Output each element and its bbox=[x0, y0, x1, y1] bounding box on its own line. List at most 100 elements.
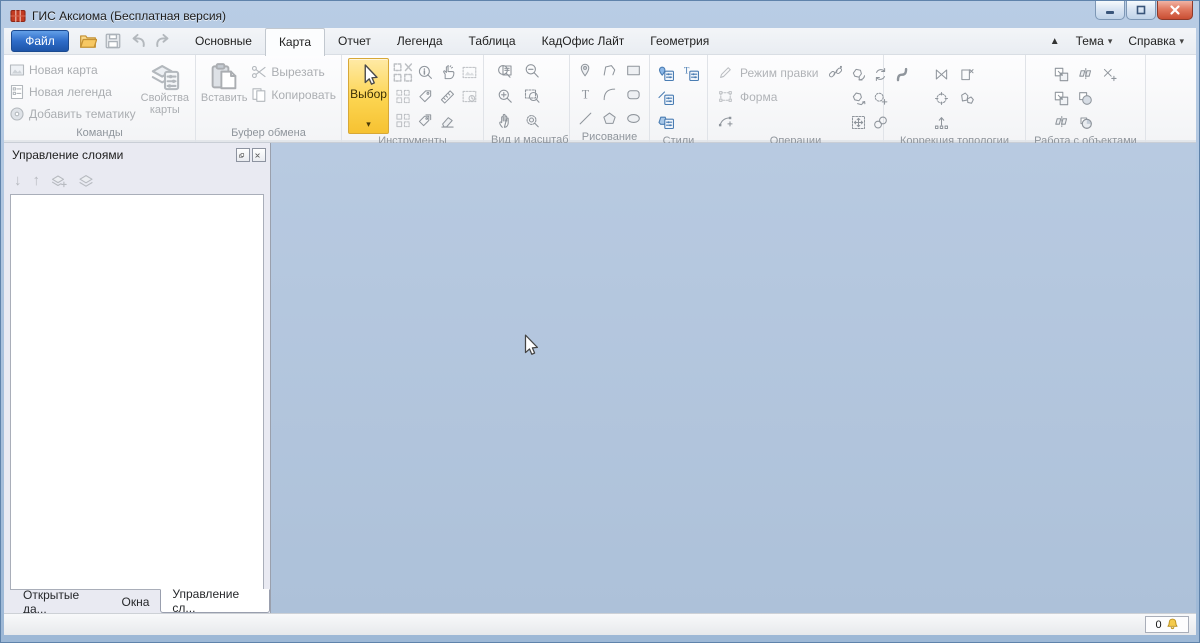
polyline-icon[interactable] bbox=[599, 60, 620, 81]
paste-button[interactable]: Вставить bbox=[199, 58, 249, 126]
select-tool-button[interactable]: Выбор ▾ bbox=[348, 58, 389, 134]
ribbon: Новая карта Новая легенда Добавить темат… bbox=[4, 55, 1196, 143]
ruler-icon[interactable] bbox=[437, 86, 458, 107]
shape-button[interactable] bbox=[715, 86, 736, 107]
rounded-rectangle-icon[interactable] bbox=[623, 84, 644, 105]
tab-layer-control[interactable]: Управление сл... bbox=[160, 589, 270, 613]
help-menu[interactable]: Справка▾ bbox=[1128, 34, 1184, 48]
point-style-icon[interactable] bbox=[655, 64, 676, 85]
rectangle-icon[interactable] bbox=[623, 60, 644, 81]
pointing-hand-icon[interactable] bbox=[437, 62, 458, 83]
dashed-circle-arrows-icon[interactable] bbox=[931, 88, 952, 109]
maximize-button[interactable] bbox=[1126, 1, 1156, 20]
close-button[interactable] bbox=[1157, 1, 1193, 20]
tab-osnovnye[interactable]: Основные bbox=[182, 28, 265, 55]
ellipse-icon[interactable] bbox=[623, 108, 644, 129]
raster-select-icon[interactable] bbox=[459, 62, 480, 83]
save-icon[interactable] bbox=[104, 32, 122, 50]
float-panel-icon[interactable] bbox=[236, 148, 250, 162]
polygon-arrow-icon[interactable] bbox=[848, 88, 869, 109]
tab-open-data[interactable]: Открытые да... bbox=[12, 590, 111, 613]
magnifier-marquee-icon[interactable] bbox=[521, 85, 542, 106]
region-style-icon[interactable] bbox=[655, 112, 676, 133]
raster-clock-icon[interactable] bbox=[459, 86, 480, 107]
polygon-icon[interactable] bbox=[599, 108, 620, 129]
line-icon[interactable] bbox=[575, 108, 596, 129]
move-down-icon[interactable]: ↓ bbox=[14, 172, 22, 189]
close-panel-icon[interactable] bbox=[252, 148, 266, 162]
node-up-icon[interactable] bbox=[931, 112, 952, 133]
magnifier-minus-icon[interactable] bbox=[521, 60, 542, 81]
parallelogram-split-icon[interactable] bbox=[1075, 64, 1096, 85]
map-pin-icon[interactable] bbox=[575, 60, 596, 81]
notification-counter[interactable]: 0 bbox=[1145, 616, 1189, 633]
undo-icon[interactable] bbox=[129, 32, 147, 50]
layers-icon[interactable] bbox=[78, 173, 94, 189]
edit-mode-label: Режим правки bbox=[740, 66, 819, 80]
pie-overlap-icon[interactable] bbox=[1075, 112, 1096, 133]
map-properties-label: Свойства карты bbox=[138, 92, 192, 116]
rect-delete-icon[interactable] bbox=[957, 64, 978, 85]
new-map-button[interactable]: Новая карта bbox=[9, 61, 136, 80]
move-cross-icon[interactable] bbox=[848, 112, 869, 133]
main-area: Управление слоями ↓ ↑ Открытые да... Окн… bbox=[4, 143, 1196, 613]
redo-icon[interactable] bbox=[154, 32, 172, 50]
ribbon-group-drawing: T Рисование bbox=[570, 55, 650, 142]
tab-windows[interactable]: Окна bbox=[111, 590, 161, 613]
text-style-icon[interactable]: T bbox=[680, 64, 701, 85]
shape-label: Форма bbox=[740, 90, 777, 104]
edit-mode-button[interactable] bbox=[715, 62, 736, 83]
minimize-button[interactable] bbox=[1095, 1, 1125, 20]
tab-legenda[interactable]: Легенда bbox=[384, 28, 456, 55]
add-thematic-button[interactable]: Добавить тематику bbox=[9, 105, 136, 124]
text-tool-icon[interactable]: T bbox=[575, 84, 596, 105]
polygon-rotate-icon[interactable] bbox=[848, 64, 869, 85]
magnifier-dotted-icon[interactable] bbox=[521, 110, 542, 131]
x-plus-icon[interactable] bbox=[1099, 64, 1120, 85]
layer-list[interactable] bbox=[10, 194, 264, 590]
app-icon bbox=[10, 8, 26, 24]
tab-otchet[interactable]: Отчет bbox=[325, 28, 384, 55]
magnifier-plus-icon[interactable] bbox=[494, 85, 515, 106]
map-properties-button[interactable]: Свойства карты bbox=[138, 58, 192, 126]
copy-button[interactable]: Копировать bbox=[251, 85, 336, 104]
rects-merge-icon[interactable] bbox=[1051, 64, 1072, 85]
marquee-deselect-icon[interactable] bbox=[393, 62, 414, 83]
collapse-ribbon-icon[interactable]: ▲ bbox=[1050, 36, 1060, 47]
file-menu-button[interactable]: Файл bbox=[11, 30, 69, 52]
menu-right: ▲ Тема▾ Справка▾ bbox=[1050, 34, 1196, 48]
add-thematic-icon bbox=[9, 106, 25, 122]
link-icon[interactable] bbox=[825, 62, 846, 83]
pan-hand-icon[interactable] bbox=[494, 110, 515, 131]
tag-icon[interactable] bbox=[415, 86, 436, 107]
select-tool-dropdown[interactable]: ▾ bbox=[366, 101, 371, 133]
tab-kadofis-layt[interactable]: КадОфис Лайт bbox=[529, 28, 638, 55]
line-style-icon[interactable] bbox=[655, 88, 676, 109]
panel-header: Управление слоями bbox=[4, 143, 270, 167]
polygon-pair-icon[interactable] bbox=[957, 88, 978, 109]
add-node-icon[interactable] bbox=[715, 110, 736, 131]
open-folder-icon[interactable] bbox=[79, 32, 97, 50]
theme-menu[interactable]: Тема▾ bbox=[1076, 34, 1113, 48]
circle-overlap-icon[interactable] bbox=[1075, 88, 1096, 109]
move-up-icon[interactable]: ↑ bbox=[33, 172, 41, 189]
panel-toolbar: ↓ ↑ bbox=[4, 167, 270, 194]
cut-button[interactable]: Вырезать bbox=[251, 62, 336, 81]
magnifier-doc-icon[interactable] bbox=[494, 60, 515, 81]
tab-karta[interactable]: Карта bbox=[265, 28, 325, 56]
new-legend-button[interactable]: Новая легенда bbox=[9, 83, 136, 102]
tab-tablitsa[interactable]: Таблица bbox=[456, 28, 529, 55]
layer-control-panel: Управление слоями ↓ ↑ Открытые да... Окн… bbox=[4, 143, 271, 613]
crossed-polygon-icon[interactable] bbox=[931, 64, 952, 85]
marquee-all-icon[interactable] bbox=[393, 110, 414, 131]
marquee-invert-icon[interactable] bbox=[393, 86, 414, 107]
map-canvas[interactable] bbox=[271, 143, 1196, 613]
parallelogram-split-alt-icon[interactable] bbox=[1051, 112, 1072, 133]
arc-icon[interactable] bbox=[599, 84, 620, 105]
info-cursor-icon[interactable] bbox=[415, 62, 436, 83]
rects-merge-alt-icon[interactable] bbox=[1051, 88, 1072, 109]
tags-icon[interactable] bbox=[415, 110, 436, 131]
add-layer-icon[interactable] bbox=[51, 173, 67, 189]
eraser-icon[interactable] bbox=[437, 110, 458, 131]
tab-geometriya[interactable]: Геометрия bbox=[637, 28, 722, 55]
